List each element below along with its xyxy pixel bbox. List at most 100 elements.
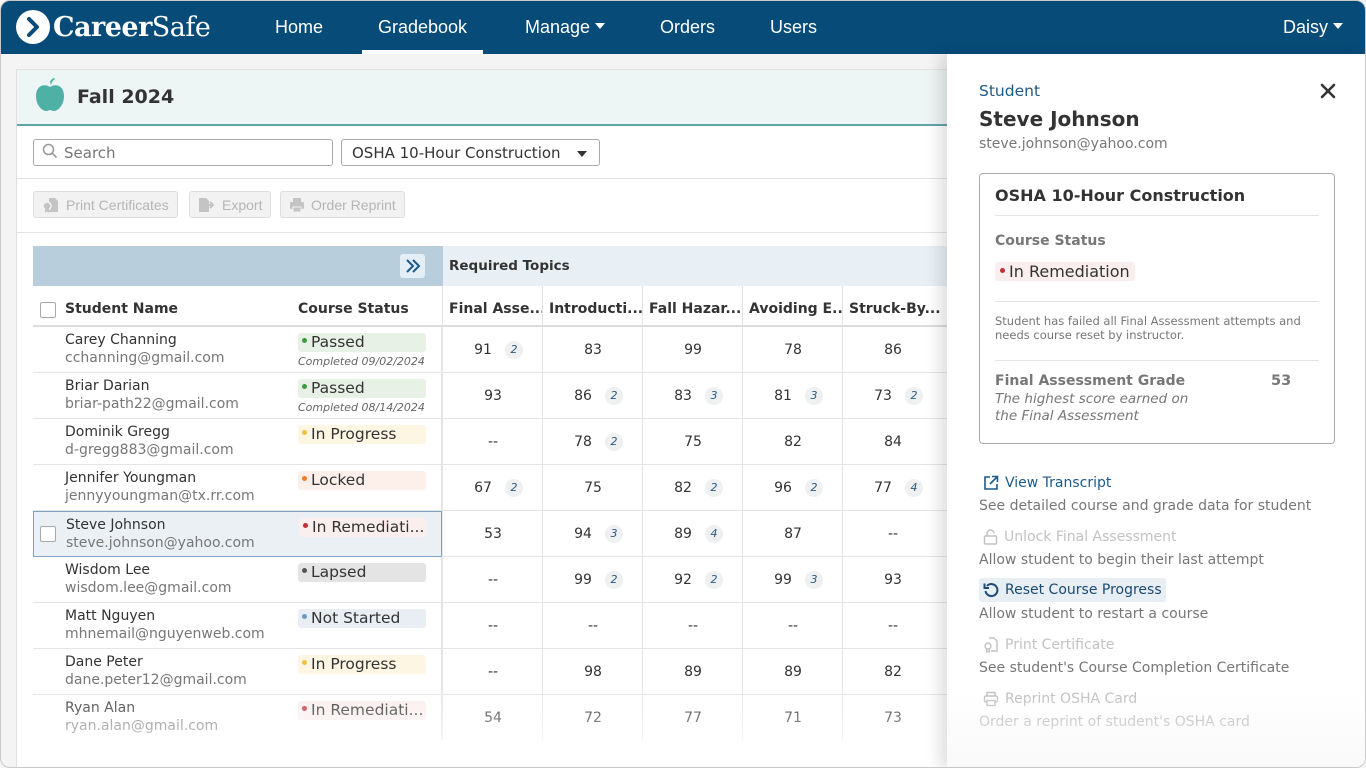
student-cell[interactable]: Carey Channing cchanning@gmail.com Passed C… (33, 327, 442, 373)
grade-cell[interactable]: -- (542, 603, 642, 649)
grade-cell[interactable]: 84 (842, 419, 942, 465)
expand-columns-button[interactable] (400, 254, 425, 278)
table-row[interactable]: Briar Darian briar-path22@gmail.com Passed… (33, 373, 947, 419)
student-name[interactable]: Ryan Alan (65, 700, 135, 716)
reset-course-progress-button[interactable]: Reset Course Progress (979, 578, 1166, 602)
print-certificates-button[interactable]: Print Certificates (33, 191, 178, 218)
table-row[interactable]: Carey Channing cchanning@gmail.com Passed C… (33, 327, 947, 373)
grade-cell[interactable]: 83 3 (642, 373, 742, 419)
grade-cell[interactable]: 99 3 (742, 557, 842, 603)
grade-cell[interactable]: 86 2 (542, 373, 642, 419)
grade-cell[interactable]: 82 (842, 649, 942, 695)
grade-cell[interactable]: 89 (742, 649, 842, 695)
view-transcript-link[interactable]: View Transcript (979, 471, 1115, 495)
table-row[interactable]: Dane Peter dane.peter12@gmail.com In Progr… (33, 649, 947, 695)
grade-cell[interactable]: 77 (642, 695, 742, 740)
student-name[interactable]: Dane Peter (65, 654, 143, 670)
grade-cell[interactable]: 93 (842, 557, 942, 603)
grade-cell[interactable]: -- (442, 419, 542, 465)
student-name[interactable]: Briar Darian (65, 378, 150, 394)
grade-cell[interactable]: 53 (442, 511, 542, 557)
student-name[interactable]: Wisdom Lee (65, 562, 150, 578)
col-topic[interactable]: Avoiding E... (742, 286, 842, 325)
select-all-checkbox[interactable] (40, 302, 56, 318)
grade-cell[interactable]: 92 2 (642, 557, 742, 603)
user-menu[interactable]: Daisy (1283, 1, 1344, 54)
grade-cell[interactable]: 83 (542, 327, 642, 373)
grade-cell[interactable]: 54 (442, 695, 542, 740)
grade-cell[interactable]: -- (442, 557, 542, 603)
grade-cell[interactable]: 89 (642, 649, 742, 695)
grade-cell[interactable]: 98 (542, 649, 642, 695)
student-cell[interactable]: Dane Peter dane.peter12@gmail.com In Progr… (33, 649, 442, 695)
course-select[interactable]: OSHA 10-Hour Construction (341, 139, 600, 166)
grade-cell[interactable]: 81 3 (742, 373, 842, 419)
table-row[interactable]: Steve Johnson steve.johnson@yahoo.com In R… (33, 511, 947, 557)
col-topic[interactable]: Fall Hazar... (642, 286, 742, 325)
col-topic[interactable]: Struck-By... (842, 286, 942, 325)
grade-cell[interactable]: 99 2 (542, 557, 642, 603)
col-topic[interactable]: Final Asse... (442, 286, 542, 325)
table-row[interactable]: Matt Nguyen mhnemail@nguyenweb.com Not Sta… (33, 603, 947, 649)
grade-cell[interactable]: 87 (742, 511, 842, 557)
student-cell[interactable]: Jennifer Youngman jennyyoungman@tx.rr.com… (33, 465, 442, 511)
grade-cell[interactable]: 75 (542, 465, 642, 511)
grade-cell[interactable]: -- (442, 649, 542, 695)
grade-cell[interactable]: 82 (742, 419, 842, 465)
reprint-osha-card-button[interactable]: Reprint OSHA Card (979, 687, 1141, 711)
col-course-status[interactable]: Course Status (298, 286, 409, 325)
student-name[interactable]: Jennifer Youngman (65, 470, 196, 486)
grade-cell[interactable]: 73 (842, 695, 942, 740)
unlock-final-assessment-button[interactable]: Unlock Final Assessment (979, 525, 1181, 549)
print-certificate-button[interactable]: Print Certificate (979, 633, 1118, 657)
nav-home[interactable]: Home (275, 1, 323, 54)
grade-cell[interactable]: -- (642, 603, 742, 649)
grade-cell[interactable]: 72 (542, 695, 642, 740)
search-input[interactable] (64, 143, 324, 162)
export-button[interactable]: Export (189, 191, 272, 218)
table-row[interactable]: Jennifer Youngman jennyyoungman@tx.rr.com… (33, 465, 947, 511)
student-cell[interactable]: Wisdom Lee wisdom.lee@gmail.com Lapsed (33, 557, 442, 603)
grade-cell[interactable]: -- (842, 511, 942, 557)
close-icon[interactable] (1319, 82, 1337, 100)
grade-cell[interactable]: 73 2 (842, 373, 942, 419)
order-reprint-button[interactable]: Order Reprint (280, 191, 405, 218)
table-row[interactable]: Wisdom Lee wisdom.lee@gmail.com Lapsed -- 99… (33, 557, 947, 603)
grade-cell[interactable]: 78 2 (542, 419, 642, 465)
nav-gradebook[interactable]: Gradebook (361, 1, 484, 54)
student-name[interactable]: Steve Johnson (66, 517, 166, 533)
grade-cell[interactable]: -- (742, 603, 842, 649)
grade-cell[interactable]: -- (842, 603, 942, 649)
grade-cell[interactable]: 91 2 (442, 327, 542, 373)
search-box[interactable] (33, 139, 333, 166)
row-checkbox[interactable] (40, 526, 56, 542)
grade-cell[interactable]: 99 (642, 327, 742, 373)
grade-cell[interactable]: 89 4 (642, 511, 742, 557)
table-row[interactable]: Ryan Alan ryan.alan@gmail.com In Remediati… (33, 695, 947, 740)
student-cell[interactable]: Matt Nguyen mhnemail@nguyenweb.com Not Sta… (33, 603, 442, 649)
grade-cell[interactable]: 78 (742, 327, 842, 373)
nav-manage[interactable]: Manage (525, 1, 606, 54)
student-cell[interactable]: Dominik Gregg d-gregg883@gmail.com In Prog… (33, 419, 442, 465)
student-name[interactable]: Dominik Gregg (65, 424, 170, 440)
student-cell[interactable]: Steve Johnson steve.johnson@yahoo.com In R… (33, 511, 442, 557)
grade-cell[interactable]: -- (442, 603, 542, 649)
col-student-name[interactable]: Student Name (65, 286, 178, 325)
grade-cell[interactable]: 82 2 (642, 465, 742, 511)
col-topic[interactable]: Introducti... (542, 286, 642, 325)
nav-orders[interactable]: Orders (660, 1, 715, 54)
grade-cell[interactable]: 71 (742, 695, 842, 740)
grade-cell[interactable]: 75 (642, 419, 742, 465)
student-cell[interactable]: Ryan Alan ryan.alan@gmail.com In Remediati… (33, 695, 442, 740)
grade-cell[interactable]: 94 3 (542, 511, 642, 557)
grade-cell[interactable]: 67 2 (442, 465, 542, 511)
grade-cell[interactable]: 93 (442, 373, 542, 419)
table-row[interactable]: Dominik Gregg d-gregg883@gmail.com In Prog… (33, 419, 947, 465)
nav-users[interactable]: Users (770, 1, 817, 54)
student-name[interactable]: Carey Channing (65, 332, 177, 348)
grade-cell[interactable]: 96 2 (742, 465, 842, 511)
grade-cell[interactable]: 86 (842, 327, 942, 373)
student-name[interactable]: Matt Nguyen (65, 608, 155, 624)
careersafe-logo[interactable]: CareerSafe (16, 10, 211, 44)
student-cell[interactable]: Briar Darian briar-path22@gmail.com Passed… (33, 373, 442, 419)
